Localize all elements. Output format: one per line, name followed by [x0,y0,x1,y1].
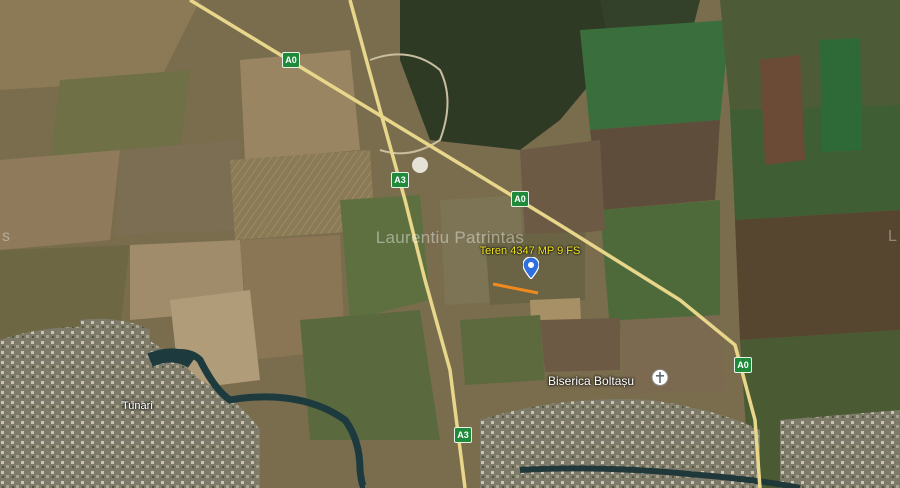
road-shield-a0[interactable]: A0 [282,52,300,68]
church-icon[interactable] [651,369,669,392]
road-shield-a3[interactable]: A3 [391,172,409,188]
edge-watermark-right: L [888,228,897,245]
property-label[interactable]: Teren 4347 MP 9 FS [480,245,581,257]
road-shield-a0[interactable]: A0 [511,191,529,207]
church-label[interactable]: Biserica Boltașu [548,374,634,388]
town-label-tunari[interactable]: Tunari [122,400,153,412]
road-shield-a3[interactable]: A3 [454,427,472,443]
road-shield-a0[interactable]: A0 [734,357,752,373]
location-pin-icon[interactable] [522,256,540,284]
satellite-map[interactable]: s L Laurentiu Patrintas A0 A3 A0 A0 A3 T… [0,0,900,488]
edge-watermark-left: s [2,228,10,245]
